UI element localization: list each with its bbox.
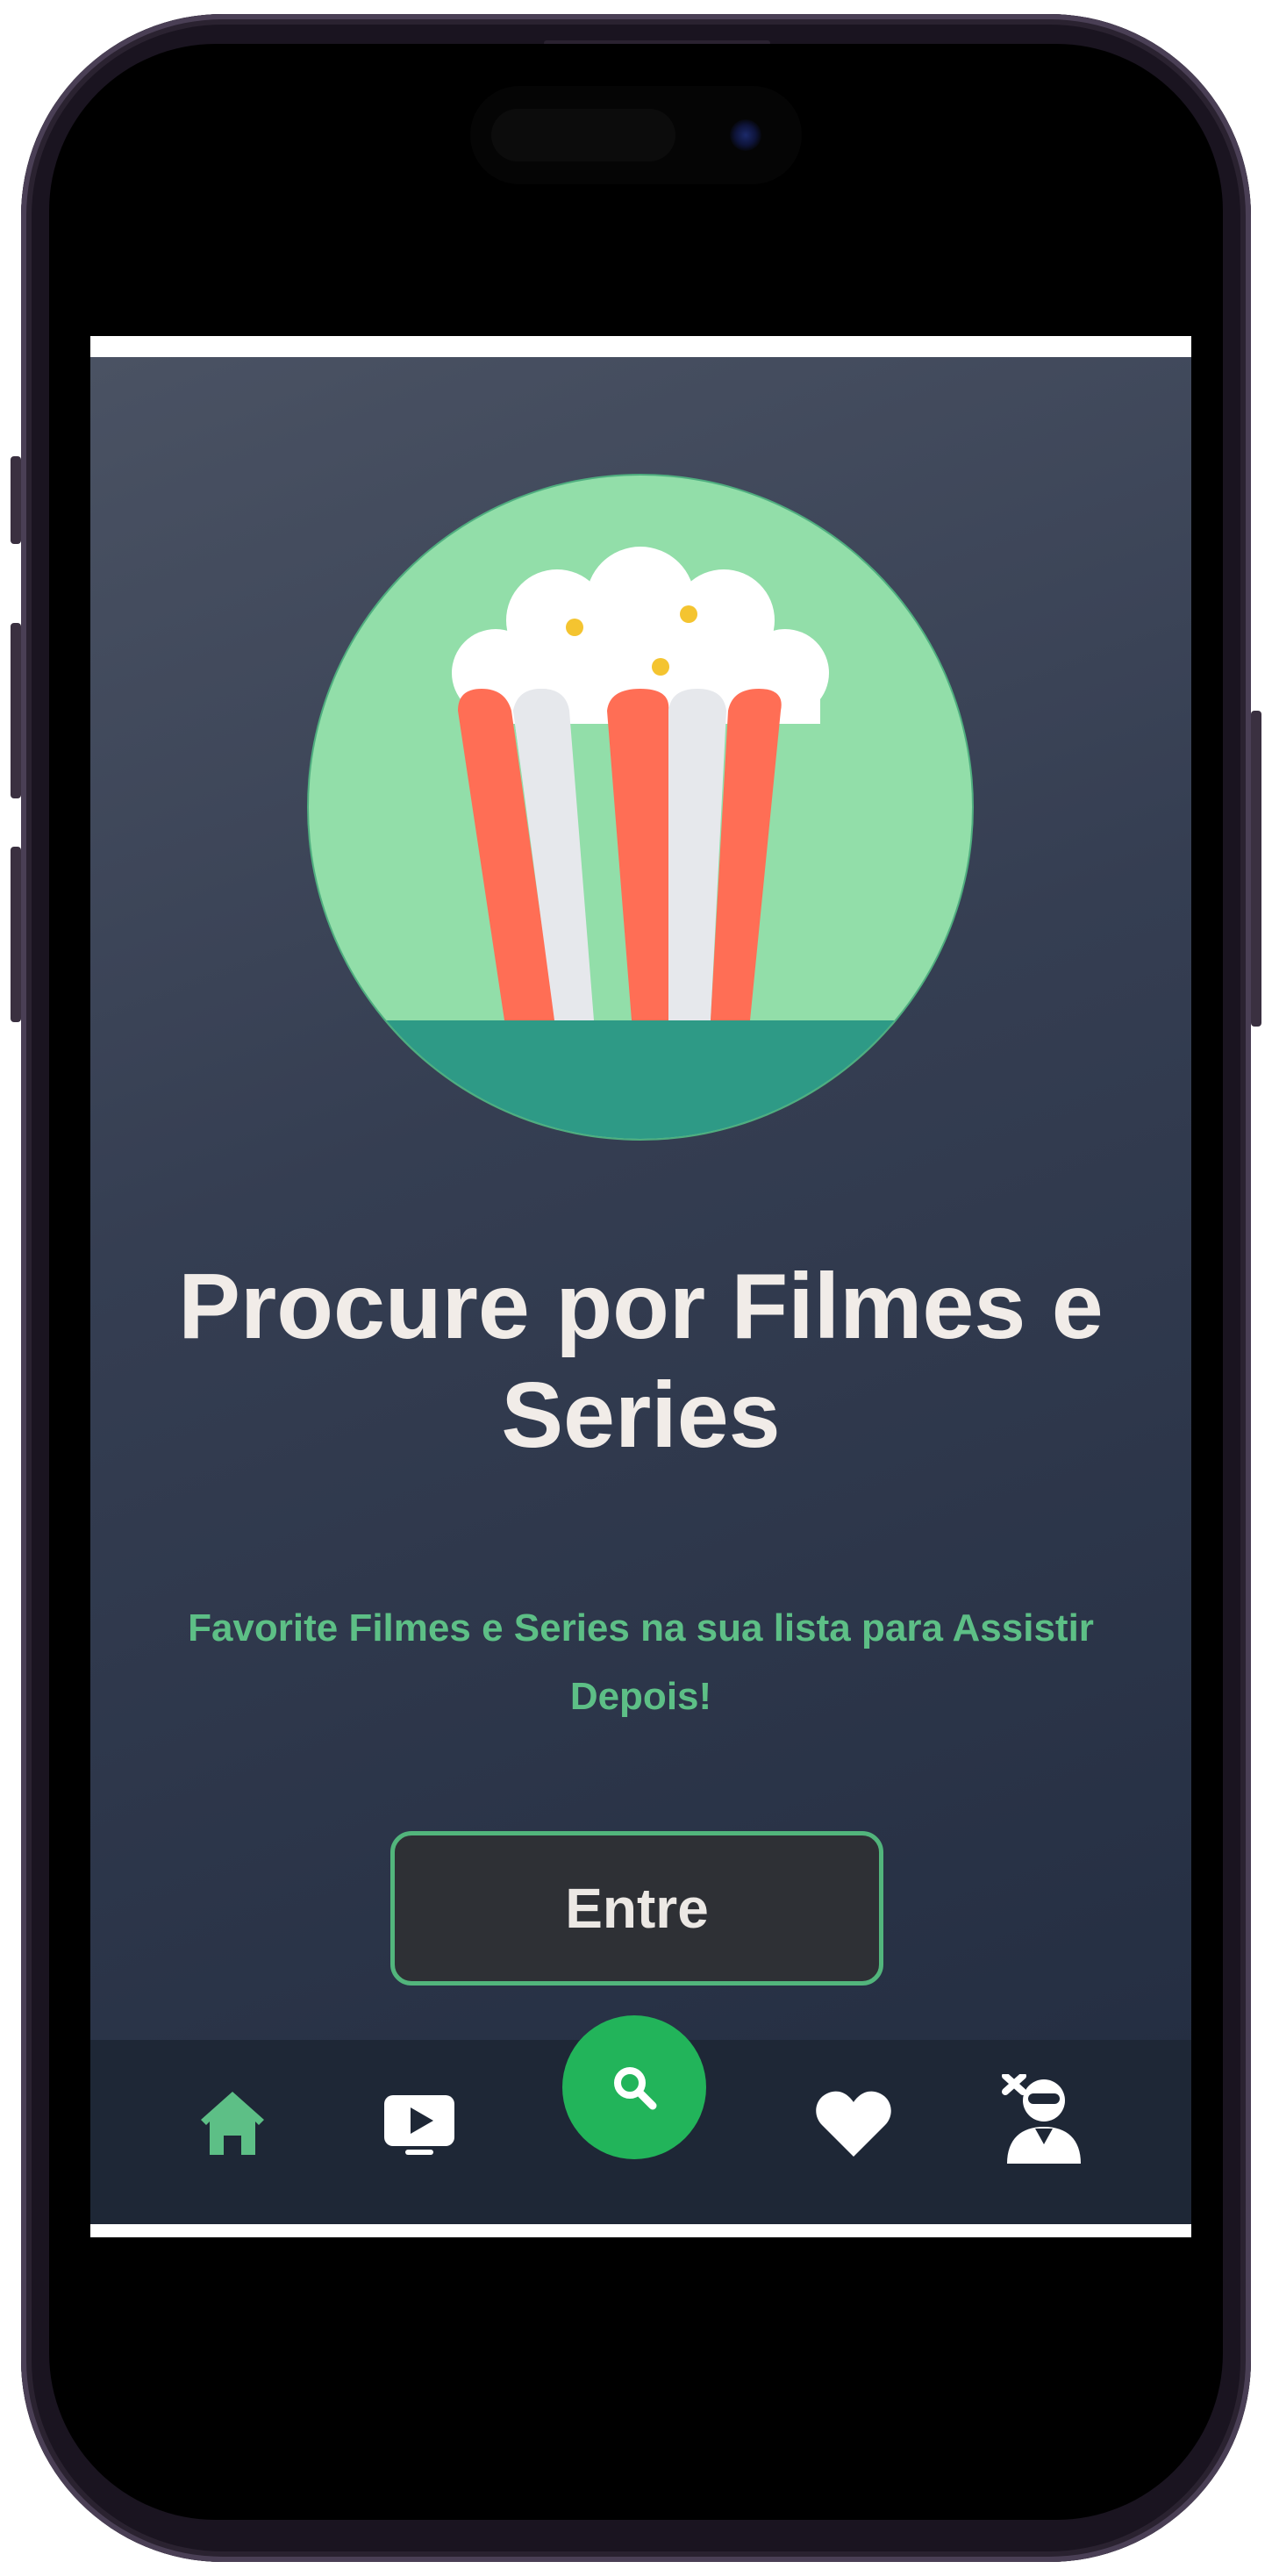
island-sensor	[491, 109, 675, 161]
phone-side-button	[11, 456, 21, 544]
bottom-navigation	[90, 2015, 1191, 2224]
search-icon	[614, 2067, 657, 2110]
front-camera	[730, 119, 761, 151]
heart-icon	[816, 2091, 891, 2157]
page-subtitle: Favorite Filmes e Series na sua lista pa…	[188, 1606, 1094, 1718]
nav-home[interactable]	[193, 2084, 272, 2163]
dynamic-island	[470, 86, 802, 184]
page-title: Procure por Filmes e Series	[178, 1255, 1104, 1467]
phone-power-button	[1251, 711, 1261, 1027]
welcome-screen: Procure por Filmes e Series Favorite Fil…	[90, 357, 1191, 2224]
phone-volume-down	[11, 847, 21, 1022]
phone-volume-up	[11, 623, 21, 798]
popcorn-icon	[303, 469, 978, 1145]
nav-favorites[interactable]	[811, 2084, 896, 2163]
app-viewport: Procure por Filmes e Series Favorite Fil…	[90, 336, 1191, 2237]
nav-profile[interactable]	[998, 2072, 1086, 2168]
tv-play-icon	[384, 2095, 454, 2155]
nav-search-button[interactable]	[562, 2015, 706, 2159]
nav-tv[interactable]	[380, 2084, 459, 2163]
enter-button[interactable]: Entre	[390, 1831, 883, 1986]
user-ninja-icon	[1002, 2074, 1081, 2164]
home-icon	[201, 2092, 264, 2155]
